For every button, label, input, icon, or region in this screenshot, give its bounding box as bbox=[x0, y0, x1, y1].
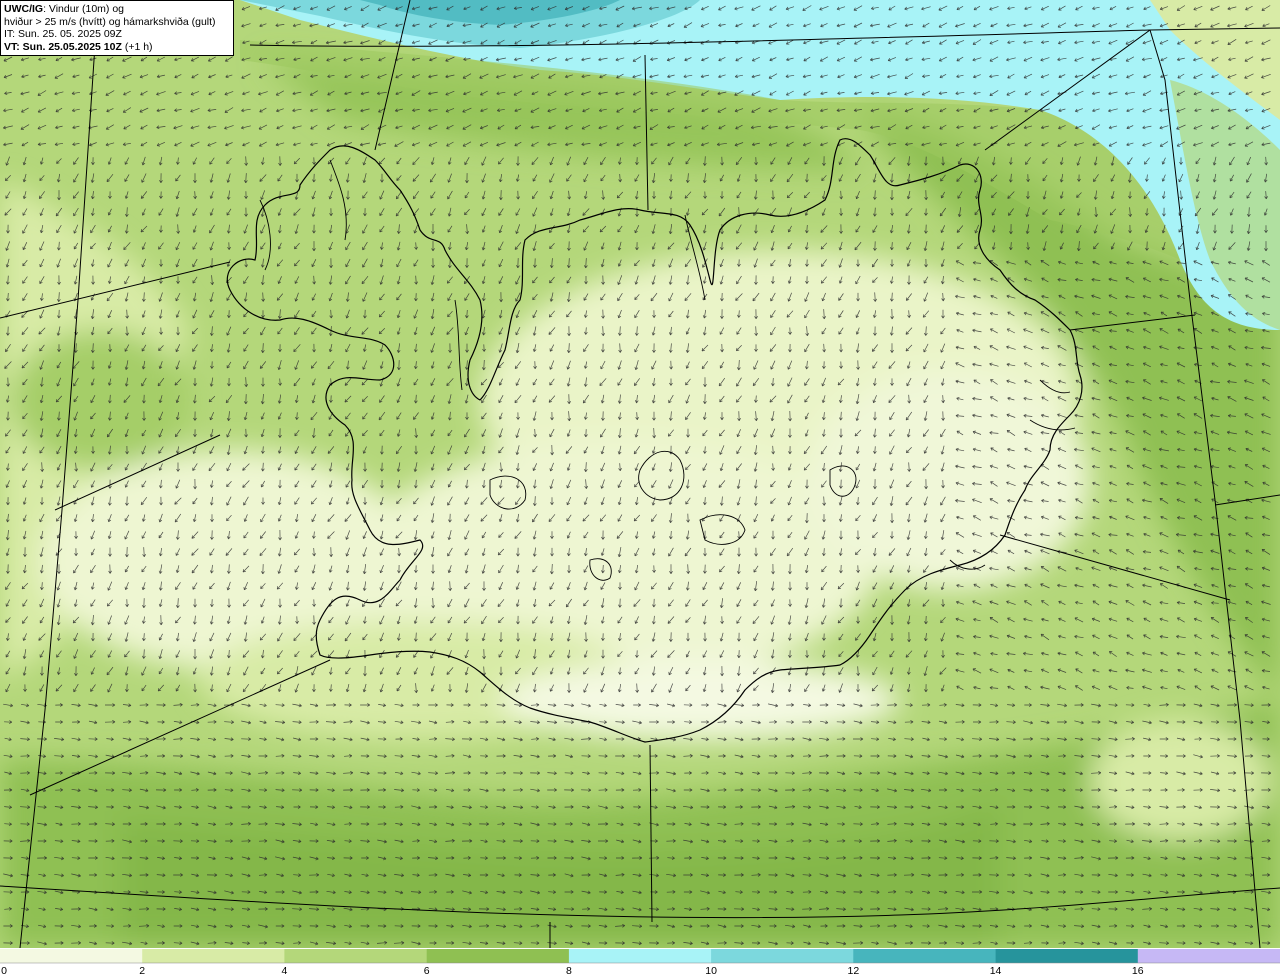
legend-swatch bbox=[284, 949, 428, 963]
valid-time-offset: (+1 h) bbox=[121, 40, 153, 53]
legend-label: 14 bbox=[989, 965, 1002, 977]
color-legend bbox=[0, 949, 1280, 964]
legend-swatch bbox=[711, 949, 854, 963]
title-text: : Vindur (10m) og bbox=[43, 3, 125, 15]
legend-label: 2 bbox=[139, 965, 146, 977]
legend-label: 8 bbox=[565, 965, 572, 977]
legend-swatch bbox=[568, 949, 712, 963]
legend-label: 12 bbox=[847, 965, 860, 977]
legend-swatch bbox=[1137, 949, 1280, 963]
legend-swatch bbox=[142, 949, 285, 963]
legend-label: 10 bbox=[705, 965, 717, 977]
legend-swatch bbox=[426, 949, 570, 963]
model-name: UWC/IG bbox=[4, 3, 44, 15]
valid-time-row: VT: Sun. 25.05.2025 10Z (+1 h) bbox=[4, 41, 230, 54]
legend-swatch bbox=[853, 949, 996, 963]
legend-label: 6 bbox=[423, 965, 430, 977]
initial-time: IT: Sun. 25. 05. 2025 09Z bbox=[4, 28, 122, 41]
wind-map bbox=[0, 0, 1280, 948]
legend-label: 16 bbox=[1131, 965, 1144, 977]
legend-swatch bbox=[0, 949, 143, 963]
legend-label: 0 bbox=[1, 965, 7, 977]
legend-swatch bbox=[995, 949, 1139, 963]
valid-time: VT: Sun. 25.05.2025 10Z bbox=[4, 40, 122, 53]
map-info-box: UWC/IG: Vindur (10m) og hviður > 25 m/s … bbox=[0, 0, 234, 56]
legend-label: 4 bbox=[281, 965, 288, 977]
map-subtitle: hviður > 25 m/s (hvítt) og hámarkshviða … bbox=[4, 15, 216, 28]
map-title: UWC/IG: Vindur (10m) og bbox=[4, 3, 230, 16]
